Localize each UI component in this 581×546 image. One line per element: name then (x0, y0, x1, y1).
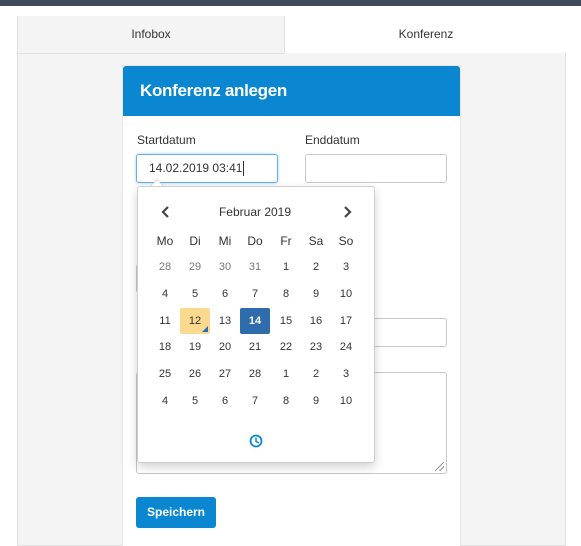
save-button[interactable]: Speichern (136, 497, 216, 528)
day-cell[interactable]: 1 (271, 361, 301, 387)
day-cell[interactable]: 17 (331, 308, 361, 334)
day-cell[interactable]: 28 (240, 361, 270, 387)
day-cell[interactable]: 7 (240, 388, 270, 414)
picker-pointer-inner (151, 180, 163, 186)
weekday-label: Sa (308, 234, 324, 248)
day-cell[interactable]: 18 (150, 334, 180, 360)
day-cell[interactable]: 8 (271, 281, 301, 307)
weekday-label: So (338, 234, 354, 248)
weekday-label: Di (189, 234, 201, 248)
day-cell[interactable]: 1 (271, 254, 301, 280)
chevron-right-icon (344, 206, 352, 218)
weekday-label: Mi (218, 234, 232, 248)
day-cell[interactable]: 6 (210, 281, 240, 307)
day-cell[interactable]: 16 (301, 308, 331, 334)
top-bar (0, 0, 581, 6)
tab-konferenz[interactable]: Konferenz (284, 16, 567, 53)
day-cell[interactable]: 4 (150, 281, 180, 307)
day-cell[interactable]: 8 (271, 388, 301, 414)
day-cell[interactable]: 3 (331, 254, 361, 280)
day-cell[interactable]: 6 (210, 388, 240, 414)
day-cell[interactable]: 19 (180, 334, 210, 360)
day-cell[interactable]: 7 (240, 281, 270, 307)
day-cell[interactable]: 23 (301, 334, 331, 360)
day-cell[interactable]: 30 (210, 254, 240, 280)
hidden-input-field[interactable] (370, 318, 447, 347)
clock-icon[interactable] (249, 434, 263, 448)
next-month-button[interactable] (337, 202, 357, 222)
start-date-label: Startdatum (137, 133, 196, 147)
day-cell[interactable]: 22 (271, 334, 301, 360)
day-cell[interactable]: 4 (150, 388, 180, 414)
weekday-label: Do (247, 234, 263, 248)
day-cell[interactable]: 27 (210, 361, 240, 387)
day-cell-today[interactable]: 12 (180, 308, 210, 334)
day-cell[interactable]: 29 (180, 254, 210, 280)
day-cell[interactable]: 21 (240, 334, 270, 360)
day-cell[interactable]: 2 (301, 254, 331, 280)
prev-month-button[interactable] (156, 202, 176, 222)
day-cell[interactable]: 25 (150, 361, 180, 387)
chevron-left-icon (161, 206, 169, 218)
day-cell[interactable]: 5 (180, 388, 210, 414)
day-cell[interactable]: 20 (210, 334, 240, 360)
panel-header: Konferenz anlegen (123, 66, 460, 116)
panel-title: Konferenz anlegen (140, 81, 287, 100)
day-cell[interactable]: 28 (150, 254, 180, 280)
day-cell[interactable]: 10 (331, 281, 361, 307)
weekday-label: Fr (280, 234, 292, 248)
month-year-label[interactable]: Februar 2019 (200, 205, 310, 219)
day-cell[interactable]: 5 (180, 281, 210, 307)
day-cell[interactable]: 24 (331, 334, 361, 360)
day-cell[interactable]: 13 (210, 308, 240, 334)
day-cell[interactable]: 3 (331, 361, 361, 387)
day-cell[interactable]: 10 (331, 388, 361, 414)
resize-handle[interactable] (435, 462, 444, 471)
start-date-value: 14.02.2019 03:41 (149, 161, 243, 175)
day-cell[interactable]: 26 (180, 361, 210, 387)
tab-infobox[interactable]: Infobox (18, 16, 284, 54)
end-date-input[interactable] (305, 154, 447, 183)
weekday-label: Mo (156, 234, 174, 248)
day-cell[interactable]: 15 (271, 308, 301, 334)
day-cell[interactable]: 9 (301, 388, 331, 414)
end-date-label: Enddatum (305, 133, 360, 147)
text-cursor (243, 161, 245, 177)
day-cell[interactable]: 9 (301, 281, 331, 307)
day-cell[interactable]: 11 (150, 308, 180, 334)
day-cell[interactable]: 2 (301, 361, 331, 387)
day-cell-selected[interactable]: 14 (240, 308, 270, 334)
day-cell[interactable]: 31 (240, 254, 270, 280)
